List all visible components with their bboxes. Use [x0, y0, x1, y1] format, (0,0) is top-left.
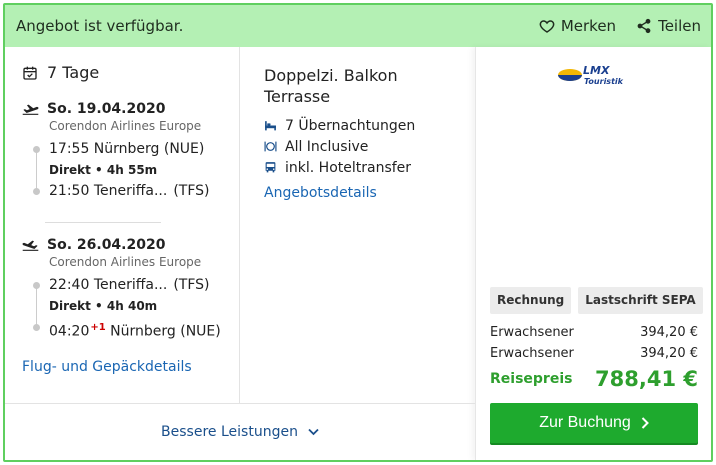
room-title-line2: Terrasse [264, 87, 331, 106]
banner-actions: Merken Teilen [539, 17, 701, 35]
offer-details-link[interactable]: Angebotsdetails [264, 185, 377, 201]
room-features: 7 Übernachtungen All Inclusive inkl. Hot… [264, 115, 415, 178]
outbound-arrival-code: (TFS) [173, 183, 210, 199]
return-airline: Corendon Airlines Europe [49, 255, 202, 269]
bus-icon [265, 162, 276, 173]
logo-text-top: LMX [583, 64, 610, 77]
feature-transfer: inkl. Hoteltransfer [264, 157, 415, 178]
price-label: Erwachsener [490, 346, 574, 361]
merken-button[interactable]: Merken [539, 17, 616, 35]
payment-badge-sepa: Lastschrift SEPA [578, 287, 703, 314]
more-services-label: Bessere Leistungen [161, 424, 298, 440]
segment-dot [33, 324, 40, 331]
offer-card: Angebot ist verfügbar. Merken Teilen 7 T… [3, 3, 713, 462]
return-arrival-city: Nürnberg (NUE) [110, 323, 221, 340]
return-stops-duration: Direkt • 4h 40m [49, 296, 232, 317]
outbound-arrival: 21:50 Teneriffa... (TFS) [49, 181, 232, 202]
bed-icon [265, 121, 276, 131]
day-offset-badge: +1 [90, 322, 106, 333]
teilen-label: Teilen [658, 17, 701, 35]
meal-icon [264, 141, 277, 152]
room-title-line1: Doppelzi. Balkon [264, 66, 398, 85]
outbound-flight: So. 19.04.2020 Corendon Airlines Europe … [22, 101, 232, 202]
return-departure: 22:40 Teneriffa... (TFS) [49, 275, 232, 296]
outbound-arrival-time: 21:50 [49, 183, 90, 199]
total-price-value: 788,41 € [595, 367, 698, 391]
merken-label: Merken [560, 17, 617, 35]
segment-line [36, 151, 37, 193]
segment-dot [33, 188, 40, 195]
trip-duration-label: 7 Tage [47, 63, 100, 82]
more-services-toggle[interactable]: Bessere Leistungen [161, 424, 319, 440]
room-title: Doppelzi. Balkon Terrasse [264, 65, 464, 107]
price-row-adult-1: Erwachsener 394,20 € [490, 325, 698, 340]
price-row-adult-2: Erwachsener 394,20 € [490, 346, 698, 361]
flight-column: 7 Tage So. 19.04.2020 Corendon Airlines … [5, 47, 240, 403]
lmx-touristik-logo: LMX Touristik [558, 64, 624, 86]
return-date: So. 26.04.2020 [47, 237, 166, 253]
book-button-label: Zur Buchung [539, 414, 631, 431]
price-label: Erwachsener [490, 325, 574, 340]
outbound-arrival-city: Teneriffa... [93, 183, 168, 199]
bullet-separator: • [95, 163, 107, 177]
return-flight: So. 26.04.2020 Corendon Airlines Europe … [22, 237, 232, 340]
availability-text: Angebot ist verfügbar. [16, 17, 184, 35]
feature-board: All Inclusive [264, 136, 415, 157]
payment-badge-rechnung: Rechnung [490, 287, 572, 314]
outbound-date: So. 19.04.2020 [47, 101, 166, 117]
more-services-bar: Bessere Leistungen [5, 403, 475, 460]
return-departure-time: 22:40 [49, 277, 90, 293]
return-header: So. 26.04.2020 [22, 237, 232, 253]
segment-dot [33, 282, 40, 289]
flight-details-link[interactable]: Flug- und Gepäckdetails [22, 359, 192, 375]
outbound-duration: 4h 55m [106, 163, 158, 177]
outbound-stops-duration: Direkt • 4h 55m [49, 160, 232, 181]
calendar-icon [23, 66, 37, 80]
total-price-label: Reisepreis [490, 371, 573, 387]
outbound-departure: 17:55 Nürnberg (NUE) [49, 141, 205, 157]
availability-banner: Angebot ist verfügbar. Merken Teilen [5, 5, 711, 47]
logo-text-bottom: Touristik [584, 77, 624, 86]
return-departure-code: (TFS) [173, 277, 210, 293]
outbound-segment: 17:55 Nürnberg (NUE) Direkt • 4h 55m 21:… [33, 139, 232, 202]
trip-duration: 7 Tage [22, 63, 99, 82]
teilen-button[interactable]: Teilen [636, 17, 701, 35]
return-stops: Direkt [49, 299, 91, 313]
feature-transfer-label: inkl. Hoteltransfer [285, 159, 412, 176]
segment-dot [33, 146, 40, 153]
price-value: 394,20 € [640, 325, 698, 340]
flight-divider [45, 222, 161, 223]
feature-nights: 7 Übernachtungen [264, 115, 415, 136]
bullet-separator: • [95, 299, 107, 313]
feature-board-label: All Inclusive [285, 138, 369, 155]
payment-methods: Rechnung Lastschrift SEPA [490, 287, 703, 314]
outbound-header: So. 19.04.2020 [22, 101, 232, 117]
share-icon [637, 18, 651, 34]
plane-departure-icon [22, 104, 39, 115]
book-button[interactable]: Zur Buchung [490, 403, 698, 443]
chevron-right-icon [641, 417, 649, 429]
return-arrival: 04:20+1 Nürnberg (NUE) [49, 317, 232, 340]
return-departure-city: Teneriffa... [93, 277, 168, 293]
outbound-stops: Direkt [49, 163, 91, 177]
segment-line [36, 287, 37, 329]
price-value: 394,20 € [640, 346, 698, 361]
return-segment: 22:40 Teneriffa... (TFS) Direkt • 4h 40m … [33, 275, 232, 340]
total-price-row: Reisepreis 788,41 € [490, 367, 698, 391]
feature-nights-label: 7 Übernachtungen [285, 117, 416, 134]
return-arrival-time: 04:20 [49, 323, 90, 340]
chevron-down-icon [308, 428, 319, 436]
price-column: LMX Touristik Rechnung Lastschrift SEPA … [475, 47, 711, 460]
outbound-airline: Corendon Airlines Europe [49, 119, 202, 133]
heart-icon [539, 20, 555, 33]
plane-arrival-icon [22, 240, 39, 251]
return-duration: 4h 40m [106, 299, 158, 313]
room-column: Doppelzi. Balkon Terrasse 7 Übernachtung… [241, 47, 475, 403]
